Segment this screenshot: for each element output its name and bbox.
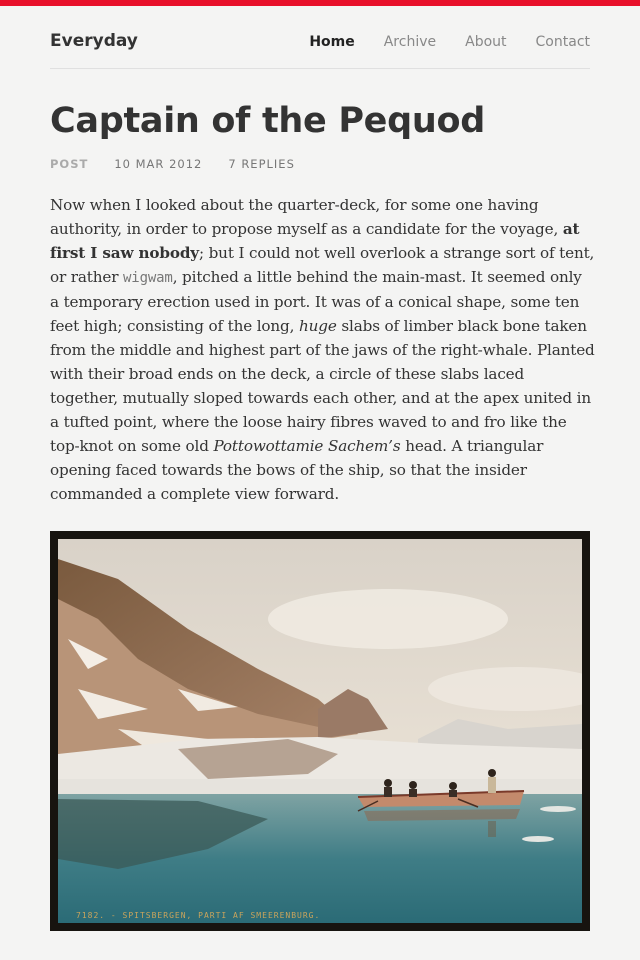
site-title-link[interactable]: Everyday — [50, 30, 138, 52]
post-title: Captain of the Pequod — [50, 101, 485, 141]
photo-spitsbergen-landscape — [58, 539, 582, 923]
nav-item-home[interactable]: Home — [309, 33, 354, 51]
body-code-text: wigwam — [123, 270, 173, 286]
post-date-link[interactable]: 10 MAR 2012 — [114, 157, 202, 171]
site-header: Everyday Home Archive About Contact — [50, 30, 590, 69]
image-caption: 7182. - SPITSBERGEN, PARTI AF SMEERENBUR… — [76, 911, 321, 920]
post-image: 7182. - SPITSBERGEN, PARTI AF SMEERENBUR… — [50, 531, 590, 931]
main-nav: Home Archive About Contact — [280, 33, 590, 51]
body-text-4: slabs of limber black bone taken from th… — [50, 317, 595, 455]
accent-top-bar — [0, 0, 640, 6]
post-meta: POST 10 MAR 2012 7 REPLIES — [50, 157, 295, 171]
body-emphasis-1: huge — [299, 317, 337, 335]
body-text-1: Now when I looked about the quarter-deck… — [50, 196, 563, 238]
post-body: Now when I looked about the quarter-deck… — [50, 193, 595, 506]
body-emphasis-2: Pottowottamie Sachem’s — [213, 437, 401, 455]
post-replies-link[interactable]: 7 REPLIES — [228, 157, 295, 171]
nav-item-about[interactable]: About — [465, 33, 506, 51]
post-type-label: POST — [50, 157, 89, 171]
nav-item-archive[interactable]: Archive — [384, 33, 436, 51]
nav-item-contact[interactable]: Contact — [536, 33, 590, 51]
